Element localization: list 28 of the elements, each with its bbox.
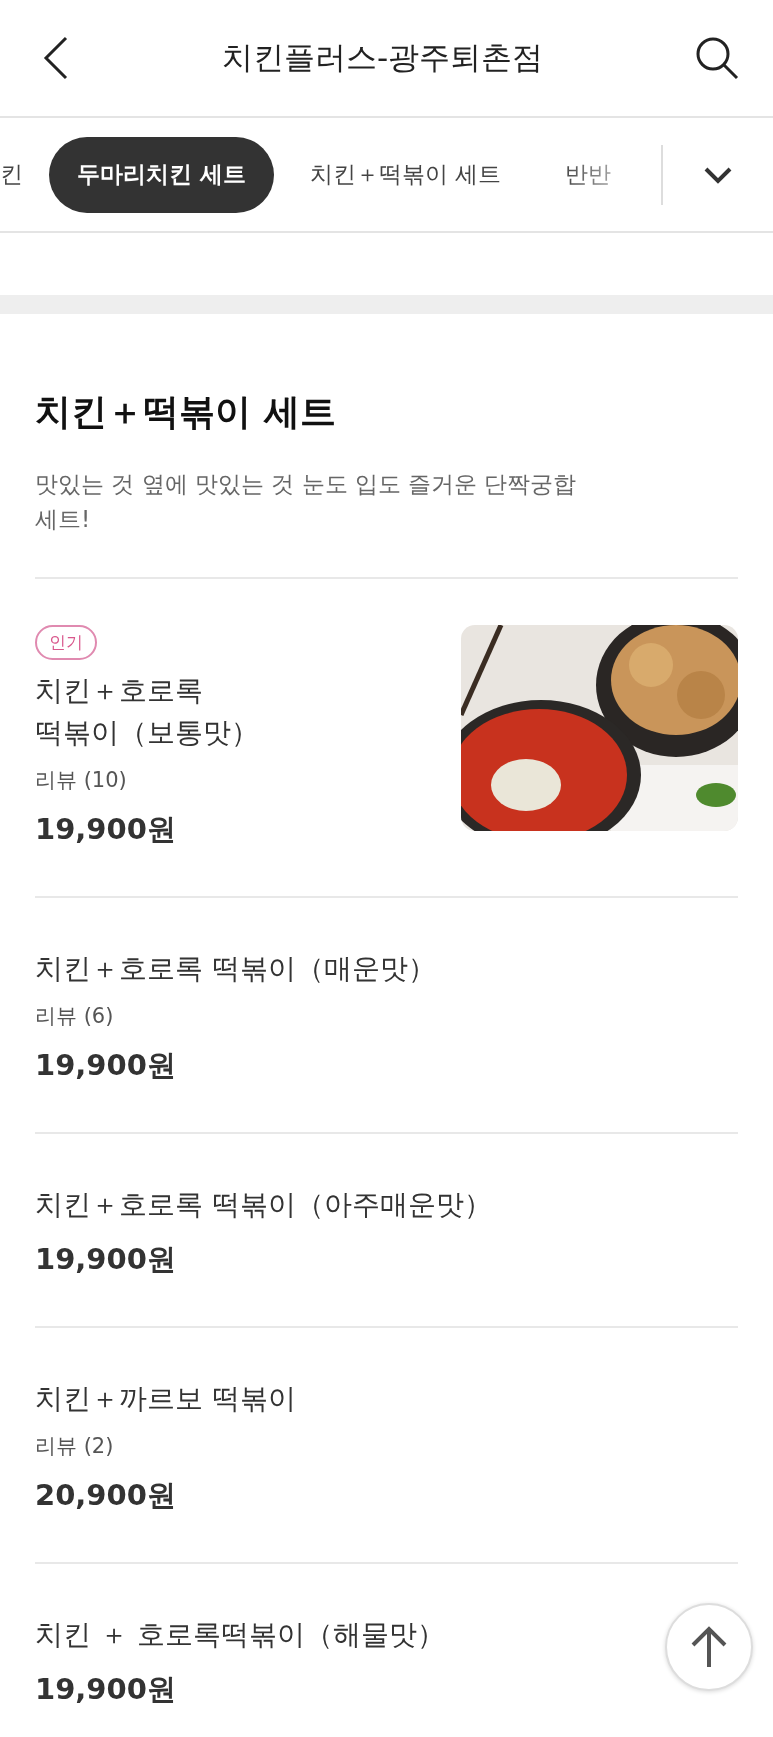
menu-item[interactable]: 치킨＋까르보 떡볶이 리뷰 (2) 20,900원 [35, 1328, 738, 1564]
section-title: 치킨＋떡볶이 세트 [35, 390, 337, 434]
review-count: 리뷰 (2) [35, 1433, 114, 1460]
arrow-up-icon [689, 1625, 729, 1669]
review-count: 리뷰 (6) [35, 1003, 114, 1030]
popular-badge: 인기 [35, 625, 97, 660]
category-tab[interactable]: 킨 [0, 136, 41, 213]
menu-item[interactable]: 치킨＋호로록 떡볶이（아주매운맛） 19,900원 [35, 1134, 738, 1328]
menu-name: 치킨＋호로록 떡볶이（보통맛） [35, 673, 260, 751]
menu-item[interactable]: 인기 치킨＋호로록 떡볶이（보통맛） 리뷰 (10) 19,900원 [35, 579, 738, 898]
menu-item[interactable]: 치킨 ＋ 호로록떡볶이（해물맛） 19,900원 [35, 1564, 445, 1737]
menu-price: 20,900원 [35, 1477, 176, 1514]
menu-price: 19,900원 [35, 1047, 176, 1084]
section-description: 맛있는 것 옆에 맛있는 것 눈도 입도 즐거운 단짝궁합 세트! [35, 470, 578, 534]
menu-price: 19,900원 [35, 811, 176, 848]
category-tab[interactable]: 두마리치킨 세트 [49, 136, 274, 213]
review-count: 리뷰 (10) [35, 767, 127, 794]
category-tab[interactable]: 치킨＋떡볶이 세트 [282, 136, 530, 213]
scroll-top-button[interactable] [665, 1603, 753, 1691]
menu-name: 치킨＋호로록 떡볶이（매운맛） [35, 951, 436, 987]
store-title: 치킨플러스-광주퇴촌점 [221, 38, 544, 77]
menu-name: 치킨 ＋ 호로록떡볶이（해물맛） [35, 1617, 445, 1653]
menu-price: 19,900원 [35, 1241, 176, 1278]
menu-name: 치킨＋호로록 떡볶이（아주매운맛） [35, 1187, 492, 1223]
menu-name: 치킨＋까르보 떡볶이 [35, 1381, 296, 1417]
menu-item[interactable]: 치킨＋호로록 떡볶이（매운맛） 리뷰 (6) 19,900원 [35, 898, 738, 1134]
category-tab[interactable]: 반반 [537, 136, 640, 213]
menu-price: 19,900원 [35, 1671, 176, 1708]
